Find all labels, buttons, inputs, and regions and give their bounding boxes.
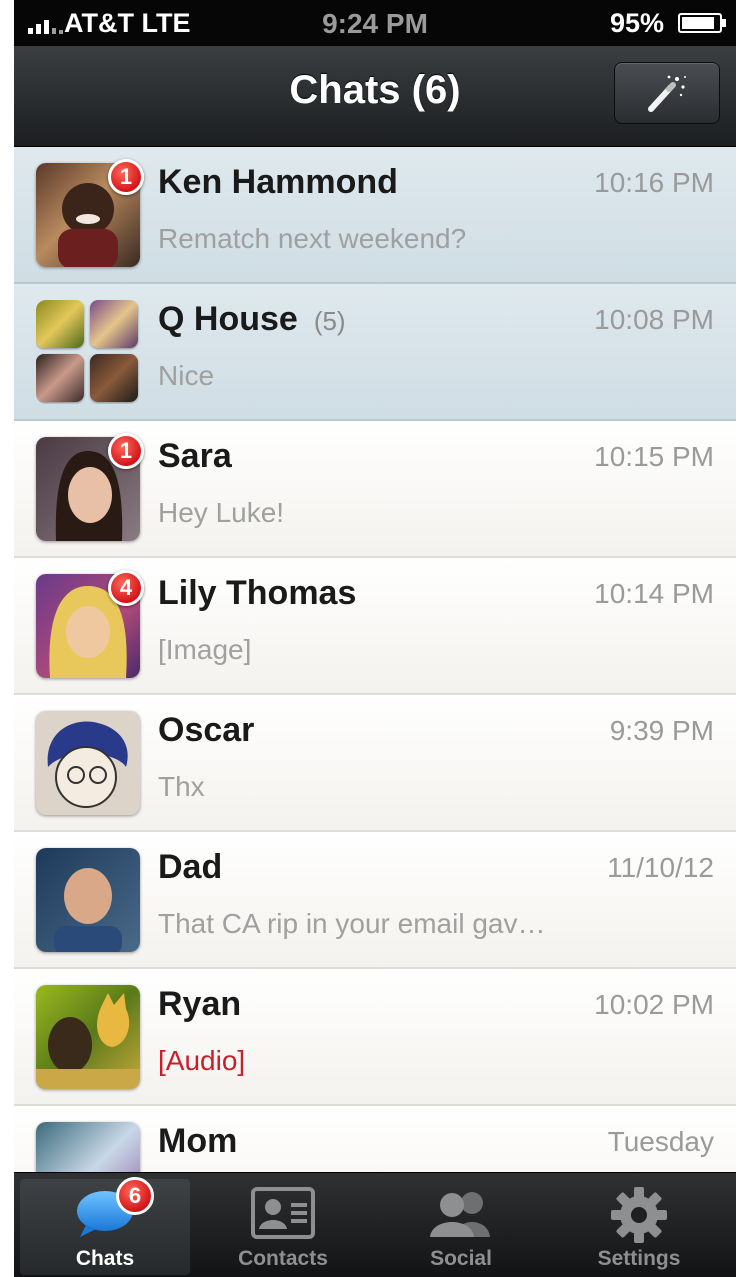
unread-total-badge: 6 bbox=[116, 1177, 154, 1215]
gear-icon bbox=[611, 1187, 667, 1243]
message-preview: Thx bbox=[158, 771, 205, 802]
chat-row[interactable]: Q House (5) 10:08 PM Nice bbox=[14, 284, 736, 421]
tab-label: Social bbox=[430, 1247, 492, 1270]
chat-row[interactable]: Oscar 9:39 PM Thx bbox=[14, 695, 736, 832]
message-preview: Nice bbox=[158, 360, 215, 391]
message-preview: That CA rip in your email gav… bbox=[158, 908, 546, 939]
chat-row[interactable]: Dad 11/10/12 That CA rip in your email g… bbox=[14, 832, 736, 969]
avatar bbox=[36, 711, 140, 815]
unread-badge: 4 bbox=[108, 570, 144, 606]
message-time: 10:14 PM bbox=[594, 578, 714, 609]
group-avatar bbox=[36, 300, 140, 404]
message-preview: Rematch next weekend? bbox=[158, 223, 467, 254]
contact-name: Q House (5) bbox=[158, 300, 346, 338]
battery-percent: 95% bbox=[609, 8, 664, 38]
contact-card-icon bbox=[251, 1187, 315, 1239]
tab-label: Chats bbox=[75, 1247, 135, 1270]
tab-label: Contacts bbox=[238, 1247, 328, 1270]
unread-badge: 1 bbox=[108, 433, 144, 469]
contact-name: Oscar bbox=[158, 711, 255, 749]
status-bar: AT&T LTE 9:24 PM 95% bbox=[14, 0, 736, 46]
avatar bbox=[36, 985, 140, 1089]
message-time: 11/10/12 bbox=[607, 852, 714, 883]
message-time: 10:02 PM bbox=[594, 989, 714, 1020]
magic-wand-icon bbox=[648, 75, 686, 112]
contact-name: Dad bbox=[158, 848, 223, 886]
message-time: 10:15 PM bbox=[594, 441, 714, 472]
chat-row[interactable]: 1 Ken Hammond 10:16 PM Rematch next week… bbox=[14, 147, 736, 284]
chat-row[interactable]: 4 Lily Thomas 10:14 PM [Image] bbox=[14, 558, 736, 695]
magic-wand-button[interactable] bbox=[614, 62, 720, 124]
contact-name: Ken Hammond bbox=[158, 163, 398, 201]
contact-name: Sara bbox=[158, 437, 232, 475]
member-count: (5) bbox=[313, 306, 346, 336]
tab-contacts[interactable]: Contacts bbox=[198, 1179, 368, 1275]
contact-name: Ryan bbox=[158, 985, 242, 1023]
battery-icon bbox=[678, 13, 726, 33]
tab-label: Settings bbox=[597, 1247, 681, 1270]
contact-name: Mom bbox=[158, 1122, 238, 1160]
message-time: 9:39 PM bbox=[609, 715, 714, 746]
message-time: 10:16 PM bbox=[594, 167, 714, 198]
people-icon bbox=[430, 1192, 490, 1237]
unread-badge: 1 bbox=[108, 159, 144, 195]
message-time: 10:08 PM bbox=[594, 304, 714, 335]
nav-bar: Chats (6) bbox=[14, 46, 736, 147]
tab-bar: 6 Chats Contacts Social Settings bbox=[14, 1172, 736, 1277]
message-preview: [Audio] bbox=[158, 1045, 246, 1076]
app-frame: AT&T LTE 9:24 PM 95% Chats (6) 1 Ken Ham… bbox=[14, 0, 736, 1277]
avatar bbox=[36, 848, 140, 952]
chat-row[interactable]: 1 Sara 10:15 PM Hey Luke! bbox=[14, 421, 736, 558]
tab-social[interactable]: Social bbox=[376, 1179, 546, 1275]
chat-list: 1 Ken Hammond 10:16 PM Rematch next week… bbox=[14, 147, 736, 1243]
chat-row[interactable]: Ryan 10:02 PM [Audio] bbox=[14, 969, 736, 1106]
message-preview: [Image] bbox=[158, 634, 252, 665]
tab-chats[interactable]: 6 Chats bbox=[20, 1177, 190, 1275]
message-preview: Hey Luke! bbox=[158, 497, 285, 528]
message-time: Tuesday bbox=[607, 1126, 714, 1157]
contact-name: Lily Thomas bbox=[158, 574, 357, 612]
tab-settings[interactable]: Settings bbox=[554, 1179, 724, 1275]
